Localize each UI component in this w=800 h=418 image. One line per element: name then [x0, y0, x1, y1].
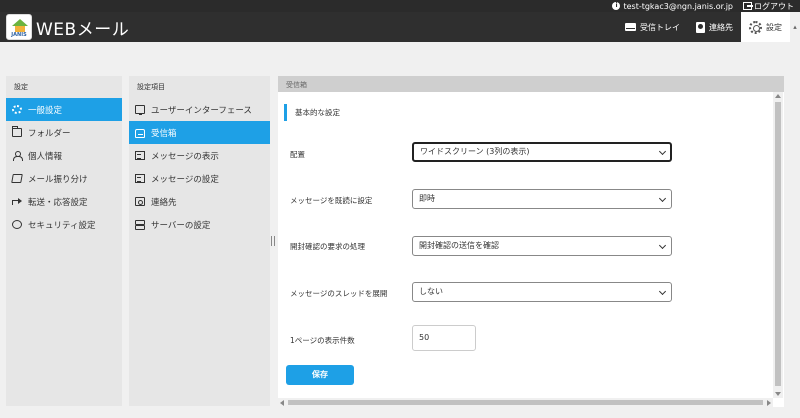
mark-read-select-value: 即時 — [419, 194, 435, 203]
section-item-message-display[interactable]: メッセージの表示 — [129, 144, 270, 167]
gear-icon — [749, 20, 762, 34]
logo[interactable]: JANIS WEBメール — [6, 14, 129, 40]
section-item-label: 連絡先 — [151, 197, 177, 208]
section-item-label: 受信箱 — [151, 128, 177, 139]
scroll-up-icon[interactable] — [775, 94, 781, 98]
section-list-title: 設定項目 — [137, 83, 165, 91]
sidebar-item-security[interactable]: セキュリティ設定 — [6, 213, 122, 236]
section-item-label: メッセージの表示 — [151, 151, 219, 162]
sidebar-item-forwarding[interactable]: 転送・応答設定 — [6, 190, 122, 213]
section-item-contacts[interactable]: 連絡先 — [129, 190, 270, 213]
sidebar-item-folders[interactable]: フォルダー — [6, 121, 122, 144]
mark-read-select[interactable]: 即時 — [412, 189, 672, 209]
scroll-thumb[interactable] — [775, 102, 781, 386]
folder-filter-icon — [11, 174, 23, 183]
thread-expand-select[interactable]: しない — [412, 282, 672, 302]
chevron-down-icon — [658, 241, 667, 250]
section-item-inbox[interactable]: 受信箱 — [129, 121, 270, 144]
sidebar-item-label: フォルダー — [28, 128, 71, 139]
receipt-select[interactable]: 開封確認の送信を確認 — [412, 236, 672, 256]
lock-icon — [12, 220, 22, 229]
gear-icon — [12, 105, 22, 114]
contact-card-icon — [135, 197, 145, 206]
thread-expand-label: メッセージのスレッドを展開 — [290, 289, 388, 298]
panel-resize-handle[interactable] — [271, 236, 275, 246]
header-scroll-arrow[interactable]: ▴ — [790, 12, 800, 42]
section-item-label: メッセージの設定 — [151, 174, 219, 185]
sidebar-item-filters[interactable]: メール振り分け — [6, 167, 122, 190]
scroll-right-icon[interactable] — [767, 400, 771, 406]
sidebar-item-label: メール振り分け — [28, 174, 88, 185]
nav-settings-label: 設定 — [766, 22, 782, 32]
mail-icon — [625, 23, 636, 31]
app-title: WEBメール — [36, 19, 130, 40]
nav-settings[interactable]: 設定 — [741, 12, 790, 42]
layout-select[interactable]: ワイドスクリーン (3列の表示) — [412, 142, 672, 162]
contact-icon — [696, 21, 705, 33]
nav-contacts[interactable]: 連絡先 — [688, 12, 741, 42]
logout-icon — [743, 2, 753, 10]
person-icon — [12, 151, 23, 161]
scroll-down-icon[interactable] — [775, 392, 781, 396]
section-item-ui[interactable]: ユーザーインターフェース — [129, 98, 270, 121]
settings-section-list: 設定項目 ユーザーインターフェース 受信箱 メッセージの表示 メッセージの設定 … — [129, 76, 270, 406]
thread-expand-select-value: しない — [419, 287, 443, 296]
section-item-message-compose[interactable]: メッセージの設定 — [129, 167, 270, 190]
content-header: 受信箱 — [278, 76, 784, 92]
logout-label: ログアウト — [754, 1, 794, 11]
settings-content: 受信箱 基本的な設定 配置 ワイドスクリーン (3列の表示) メッセージを既読に… — [278, 76, 784, 407]
page-size-label: 1ページの表示件数 — [290, 336, 355, 345]
section-item-server[interactable]: サーバーの設定 — [129, 213, 270, 236]
folder-icon — [12, 126, 22, 137]
receipt-label: 開封確認の要求の処理 — [290, 242, 365, 251]
nav-inbox[interactable]: 受信トレイ — [617, 12, 688, 42]
top-user-bar: i test-tgkac3@ngn.janis.or.jp ログアウト — [0, 0, 800, 12]
sidebar-item-label: 一般設定 — [28, 105, 63, 116]
chevron-down-icon — [658, 147, 667, 156]
monitor-icon — [135, 105, 145, 115]
document-icon — [135, 151, 145, 160]
nav-inbox-label: 受信トレイ — [640, 22, 680, 32]
horizontal-scrollbar[interactable] — [278, 398, 773, 407]
settings-sidebar: 設定 一般設定 フォルダー 個人情報 メール振り分け 転送・応答設定 セキュリテ… — [6, 76, 122, 406]
section-item-label: ユーザーインターフェース — [151, 105, 252, 116]
user-info: i test-tgkac3@ngn.janis.or.jp — [612, 2, 733, 11]
save-button[interactable]: 保存 — [286, 365, 354, 385]
header-nav: 受信トレイ 連絡先 設定 ▴ — [617, 12, 800, 42]
forward-icon — [12, 197, 22, 206]
sidebar-item-label: 個人情報 — [28, 151, 63, 162]
scroll-thumb-horizontal[interactable] — [288, 400, 763, 405]
sidebar-item-label: セキュリティ設定 — [28, 220, 96, 231]
sidebar-item-label: 転送・応答設定 — [28, 197, 88, 208]
document-edit-icon — [135, 174, 145, 183]
layout-select-value: ワイドスクリーン (3列の表示) — [420, 147, 530, 156]
page-size-input[interactable]: 50 — [412, 325, 476, 351]
receipt-select-value: 開封確認の送信を確認 — [419, 241, 499, 250]
chevron-down-icon — [658, 194, 667, 203]
vertical-scrollbar[interactable] — [773, 92, 783, 398]
inbox-icon — [135, 129, 145, 138]
section-item-label: サーバーの設定 — [151, 220, 211, 231]
sidebar-title: 設定 — [14, 83, 28, 91]
mark-read-label: メッセージを既読に設定 — [290, 196, 373, 205]
app-header: JANIS WEBメール 受信トレイ 連絡先 設定 ▴ — [0, 12, 800, 42]
server-icon — [135, 220, 145, 230]
user-email: test-tgkac3@ngn.janis.or.jp — [623, 1, 733, 11]
sidebar-item-general[interactable]: 一般設定 — [6, 98, 122, 121]
scroll-left-icon[interactable] — [280, 400, 284, 406]
sidebar-item-identity[interactable]: 個人情報 — [6, 144, 122, 167]
nav-contacts-label: 連絡先 — [709, 22, 733, 32]
layout-label: 配置 — [290, 150, 305, 159]
janis-logo-icon: JANIS — [6, 14, 32, 40]
info-icon: i — [612, 2, 621, 10]
section-title: 基本的な設定 — [284, 104, 340, 121]
logout-link[interactable]: ログアウト — [743, 1, 794, 12]
chevron-down-icon — [658, 287, 667, 296]
